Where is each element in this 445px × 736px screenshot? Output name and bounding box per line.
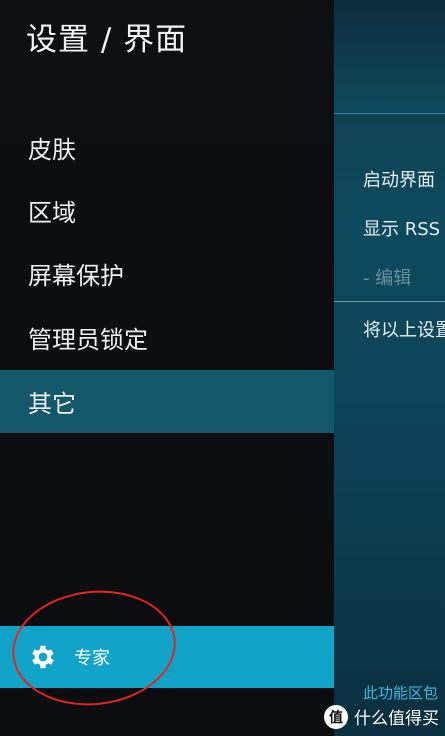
menu-item-screensaver[interactable]: 屏幕保护 — [0, 242, 334, 305]
settings-content-panel: 启动界面 显示 RSS - 编辑 将以上设置 此功能区包 — [334, 0, 445, 736]
menu-item-other[interactable]: 其它 — [0, 370, 334, 433]
gear-icon — [32, 645, 54, 669]
expert-label: 专家 — [74, 648, 110, 669]
setting-edit-rss[interactable]: - 编辑 — [363, 264, 411, 290]
content-header — [334, 0, 445, 114]
watermark-text: 什么值得买 — [354, 709, 439, 729]
menu-item-label: 区域 — [28, 199, 76, 227]
setting-show-rss[interactable]: 显示 RSS — [363, 215, 440, 241]
menu-item-master-lock[interactable]: 管理员锁定 — [0, 306, 334, 369]
expert-mode-button[interactable]: 专家 — [0, 626, 334, 688]
menu-item-skin[interactable]: 皮肤 — [0, 116, 334, 179]
menu-item-label: 管理员锁定 — [28, 326, 148, 354]
setting-reset-above[interactable]: 将以上设置 — [363, 316, 445, 342]
watermark-logo: 值 — [324, 704, 348, 729]
menu-item-region[interactable]: 区域 — [0, 179, 334, 242]
setting-startup-window[interactable]: 启动界面 — [363, 166, 435, 192]
menu-item-label: 其它 — [28, 390, 76, 418]
watermark: 值 什么值得买 — [324, 704, 439, 729]
menu-item-label: 皮肤 — [28, 136, 76, 164]
help-hint-text: 此功能区包 — [363, 684, 439, 702]
page-title: 设置 / 界面 — [26, 22, 188, 58]
divider — [334, 301, 445, 302]
settings-menu-panel: 设置 / 界面 皮肤 区域 屏幕保护 管理员锁定 其它 专家 — [0, 0, 334, 736]
menu-item-label: 屏幕保护 — [28, 262, 124, 290]
